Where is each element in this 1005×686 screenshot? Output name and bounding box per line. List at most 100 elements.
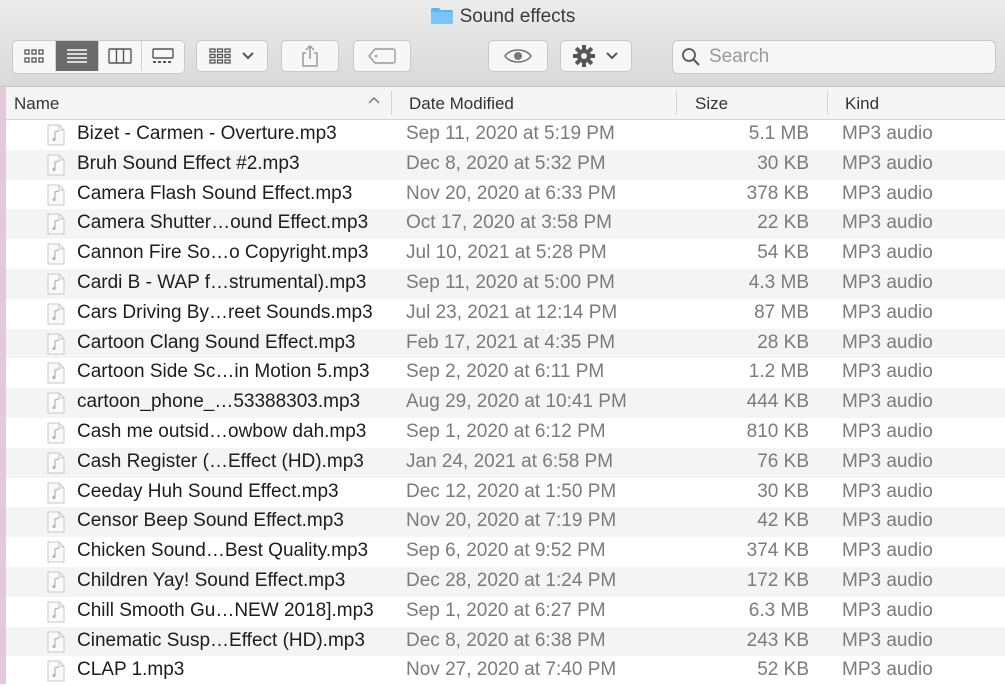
file-date-modified: Sep 11, 2020 at 5:00 PM: [406, 271, 615, 293]
file-kind: MP3 audio: [842, 212, 933, 234]
file-kind: MP3 audio: [842, 182, 933, 204]
file-size: 30 KB: [757, 152, 809, 174]
tags-button[interactable]: [353, 40, 411, 72]
finder-toolbar: Sound effects: [0, 0, 1005, 87]
file-name: Chicken Sound…Best Quality.mp3: [77, 540, 369, 562]
icon-view-button[interactable]: [13, 41, 56, 71]
file-row[interactable]: Cinematic Susp…Effect (HD).mp3 Dec 8, 202…: [6, 626, 1005, 657]
file-row[interactable]: Cartoon Clang Sound Effect.mp3 Feb 17, 20…: [6, 328, 1005, 359]
list-icon: [67, 49, 87, 63]
file-date-modified: Jul 23, 2021 at 12:14 PM: [406, 301, 618, 323]
eye-icon: [504, 49, 532, 63]
file-row[interactable]: Cash Register (…Effect (HD).mp3 Jan 24, 2…: [6, 447, 1005, 478]
group-by-button[interactable]: [196, 40, 268, 72]
file-name: Cartoon Side Sc…in Motion 5.mp3: [77, 361, 370, 383]
file-row[interactable]: Children Yay! Sound Effect.mp3 Dec 28, 20…: [6, 566, 1005, 597]
file-row[interactable]: Camera Flash Sound Effect.mp3 Nov 20, 202…: [6, 180, 1005, 210]
column-view-button[interactable]: [99, 41, 142, 71]
column-divider[interactable]: [676, 91, 677, 115]
file-row[interactable]: Cartoon Side Sc…in Motion 5.mp3 Sep 2, 20…: [6, 358, 1005, 388]
group-grid-icon: [209, 48, 231, 64]
column-divider[interactable]: [827, 91, 828, 115]
file-kind: MP3 audio: [842, 301, 933, 323]
file-size: 378 KB: [746, 182, 809, 204]
file-row[interactable]: Censor Beep Sound Effect.mp3 Nov 20, 2020…: [6, 507, 1005, 538]
file-date-modified: Sep 1, 2020 at 6:27 PM: [406, 599, 606, 621]
gallery-icon: [152, 48, 174, 63]
gallery-view-button[interactable]: [142, 41, 184, 71]
file-name: Cannon Fire So…o Copyright.mp3: [77, 242, 369, 264]
file-date-modified: Sep 2, 2020 at 6:11 PM: [406, 361, 605, 383]
file-name: Camera Flash Sound Effect.mp3: [77, 182, 353, 204]
file-row[interactable]: Chill Smooth Gu…NEW 2018].mp3 Sep 1, 2020…: [6, 597, 1005, 627]
search-field[interactable]: [672, 40, 996, 74]
file-name: Cash me outsid…owbow dah.mp3: [77, 420, 367, 442]
columns-icon: [108, 48, 132, 64]
audio-file-icon: [47, 571, 65, 593]
file-kind: MP3 audio: [842, 629, 933, 651]
view-mode-selector[interactable]: [12, 40, 185, 74]
file-size: 5.1 MB: [748, 123, 809, 144]
column-header-date[interactable]: Date Modified: [409, 94, 514, 114]
audio-file-icon: [47, 452, 65, 474]
column-divider[interactable]: [391, 91, 392, 115]
file-kind: MP3 audio: [842, 123, 933, 144]
file-kind: MP3 audio: [842, 480, 933, 502]
file-row[interactable]: CLAP 1.mp3 Nov 27, 2020 at 7:40 PM 52 KB MP…: [6, 656, 1005, 686]
file-kind: MP3 audio: [842, 599, 933, 621]
file-row[interactable]: Bizet - Carmen - Overture.mp3 Sep 11, 202…: [6, 120, 1005, 150]
file-date-modified: Feb 17, 2021 at 4:35 PM: [406, 331, 616, 353]
file-date-modified: Jul 10, 2021 at 5:28 PM: [406, 242, 607, 264]
file-kind: MP3 audio: [842, 659, 933, 681]
file-date-modified: Aug 29, 2020 at 10:41 PM: [406, 391, 627, 413]
action-button[interactable]: [560, 40, 632, 72]
file-row[interactable]: Camera Shutter…ound Effect.mp3 Oct 17, 20…: [6, 209, 1005, 240]
chevron-down-icon: [242, 52, 254, 60]
file-kind: MP3 audio: [842, 242, 933, 264]
sort-ascending-icon: [368, 96, 380, 104]
folder-icon: [430, 8, 453, 24]
file-size: 6.3 MB: [748, 599, 809, 621]
file-kind: MP3 audio: [842, 271, 933, 293]
tag-icon: [368, 48, 396, 64]
file-name: Camera Shutter…ound Effect.mp3: [77, 212, 369, 234]
share-icon: [302, 45, 318, 67]
quick-look-button[interactable]: [488, 40, 548, 72]
column-header-size[interactable]: Size: [695, 94, 728, 114]
file-kind: MP3 audio: [842, 331, 933, 353]
window-title-text: Sound effects: [459, 6, 576, 27]
grid-icon: [24, 49, 44, 63]
file-kind: MP3 audio: [842, 361, 933, 383]
search-input[interactable]: [707, 45, 991, 69]
file-size: 76 KB: [757, 450, 809, 472]
file-name: Bruh Sound Effect #2.mp3: [77, 152, 300, 174]
audio-file-icon: [47, 243, 65, 265]
file-name: CLAP 1.mp3: [77, 659, 185, 681]
share-button[interactable]: [281, 40, 339, 72]
file-row[interactable]: Cash me outsid…owbow dah.mp3 Sep 1, 2020 …: [6, 418, 1005, 448]
file-row[interactable]: Cardi B - WAP f…strumental).mp3 Sep 11, 2…: [6, 268, 1005, 299]
file-date-modified: Sep 11, 2020 at 5:19 PM: [406, 123, 615, 144]
file-row[interactable]: Cars Driving By…reet Sounds.mp3 Jul 23, 2…: [6, 299, 1005, 329]
audio-file-icon: [47, 213, 65, 235]
file-date-modified: Sep 1, 2020 at 6:12 PM: [406, 420, 606, 442]
file-row[interactable]: Ceeday Huh Sound Effect.mp3 Dec 12, 2020 …: [6, 478, 1005, 508]
file-row[interactable]: cartoon_phone_…53388303.mp3 Aug 29, 2020 …: [6, 388, 1005, 418]
file-size: 52 KB: [757, 659, 809, 681]
column-header-kind[interactable]: Kind: [845, 94, 879, 114]
file-size: 87 MB: [754, 301, 809, 323]
file-size: 1.2 MB: [748, 361, 809, 383]
file-size: 4.3 MB: [748, 271, 809, 293]
audio-file-icon: [47, 362, 65, 384]
file-row[interactable]: Cannon Fire So…o Copyright.mp3 Jul 10, 20…: [6, 239, 1005, 269]
file-kind: MP3 audio: [842, 420, 933, 442]
file-size: 810 KB: [746, 420, 809, 442]
list-view-button[interactable]: [56, 41, 99, 71]
column-header-name[interactable]: Name: [14, 94, 59, 114]
file-row[interactable]: Bruh Sound Effect #2.mp3 Dec 8, 2020 at 5…: [6, 149, 1005, 180]
audio-file-icon: [47, 124, 65, 146]
file-row[interactable]: Chicken Sound…Best Quality.mp3 Sep 6, 202…: [6, 537, 1005, 567]
file-size: 22 KB: [757, 212, 809, 234]
file-size: 172 KB: [746, 569, 809, 591]
file-name: Bizet - Carmen - Overture.mp3: [77, 123, 337, 144]
